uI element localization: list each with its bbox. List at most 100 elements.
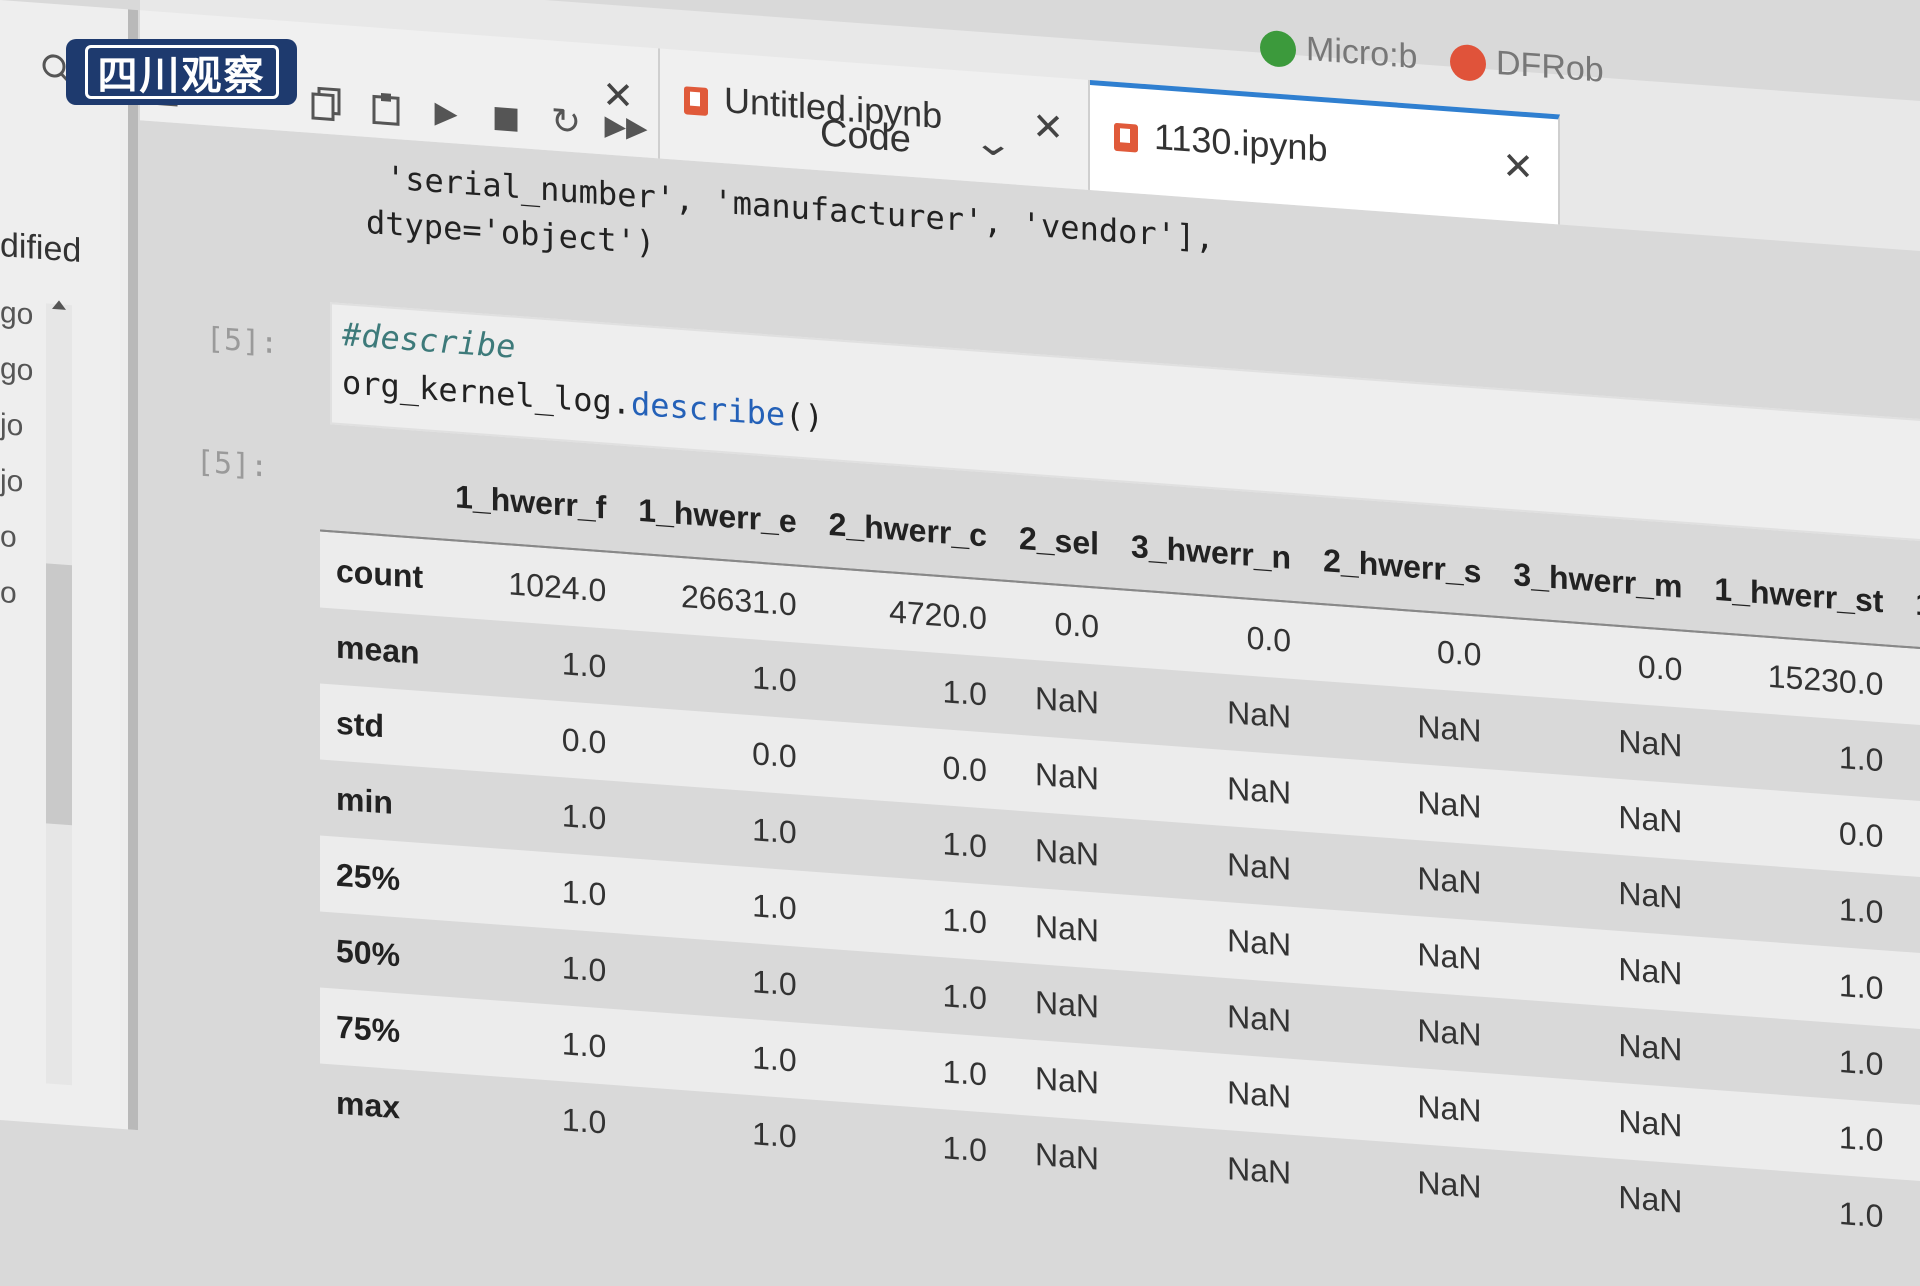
table-cell: NaN — [1227, 1073, 1292, 1115]
paste-icon[interactable] — [362, 83, 410, 135]
table-cell: 1.0 — [752, 1114, 797, 1154]
table-cell: 1.0 — [1838, 738, 1884, 778]
table-cell: NaN — [1035, 1135, 1100, 1177]
table-cell: NaN — [1035, 755, 1100, 797]
table-cell: NaN — [1618, 1102, 1683, 1144]
scrollbar[interactable] — [46, 299, 72, 1086]
restart-icon[interactable]: ↻ — [542, 96, 590, 148]
bookmark-dfrobot[interactable]: DFRob — [1450, 40, 1604, 90]
code-method: describe — [630, 384, 786, 434]
table-cell: NaN — [1417, 707, 1482, 749]
bookmark-microbit[interactable]: Micro:b — [1260, 27, 1417, 78]
column-header-last-modified[interactable]: dified — [0, 226, 81, 271]
channel-logo-text: 四川观察 — [84, 45, 279, 99]
table-cell: NaN — [1035, 679, 1100, 721]
code-parens: () — [785, 395, 824, 437]
table-cell: 0.0 — [942, 748, 987, 788]
file-row[interactable]: o — [0, 576, 17, 611]
table-cell: NaN — [1227, 921, 1292, 963]
copy-icon[interactable] — [302, 78, 350, 130]
row-label: count — [336, 552, 424, 595]
table-cell: 1.0 — [942, 1052, 987, 1092]
table-cell: NaN — [1618, 1178, 1683, 1220]
scroll-up-icon[interactable] — [52, 299, 66, 310]
code-comment: #describe — [342, 315, 516, 366]
table-cell: 0.0 — [1637, 647, 1683, 688]
column-header: 2_hwerr_s — [1307, 515, 1498, 617]
table-cell: NaN — [1618, 798, 1683, 840]
file-browser-panel: dified go go jo jo o o — [0, 0, 138, 1131]
table-cell: 15230.0 — [1767, 657, 1884, 702]
table-cell: 1024.0 — [508, 564, 607, 609]
table-cell: 1.0 — [561, 948, 607, 989]
channel-logo: 四川观察 — [66, 39, 297, 105]
table-cell: 0.0 — [752, 734, 797, 774]
file-row[interactable]: go — [0, 352, 33, 388]
file-row[interactable]: jo — [0, 464, 23, 500]
table-cell: NaN — [1618, 722, 1683, 764]
scrollbar-thumb[interactable] — [46, 563, 72, 826]
table-cell: 1.0 — [1838, 1194, 1884, 1234]
describe-output-table: 1_hwerr_f 1_hwerr_e 2_hwerr_c 2_sel 3_hwerr_… — [320, 443, 1920, 1271]
table-cell: 0.0 — [1436, 633, 1482, 673]
table-cell: 1.0 — [752, 810, 797, 850]
table-cell: NaN — [1618, 1026, 1683, 1068]
table-cell: 1.0 — [561, 1024, 607, 1065]
table-cell: 0.0 — [561, 720, 607, 761]
column-header: 2_hwerr_c — [812, 479, 1003, 581]
column-header: 3_hwerr_m — [1497, 529, 1699, 632]
table-cell: 1.0 — [1899, 1179, 1920, 1271]
dfrobot-icon — [1450, 43, 1486, 83]
table-cell: 1.0 — [942, 824, 987, 864]
table-cell: NaN — [1035, 907, 1100, 949]
file-row[interactable]: go — [0, 296, 33, 332]
table-cell: 4720.0 — [889, 592, 987, 636]
table-cell: NaN — [1227, 997, 1292, 1039]
run-icon[interactable]: ▶ — [422, 87, 470, 139]
bookmark-label: DFRob — [1496, 43, 1604, 90]
stop-icon[interactable]: ■ — [482, 91, 530, 143]
table-cell: 0.0 — [1054, 604, 1100, 645]
fast-forward-icon[interactable]: ▶▶ — [602, 100, 650, 152]
table-cell: 1.0 — [752, 962, 797, 1002]
table-cell: 1.0 — [942, 672, 987, 712]
table-cell: 1.0 — [1838, 890, 1884, 930]
row-label: 50% — [336, 932, 401, 973]
table-cell: 1.0 — [942, 976, 987, 1016]
microbit-icon — [1260, 29, 1296, 69]
table-cell: NaN — [1417, 1163, 1482, 1205]
table-cell: 1.0 — [561, 1100, 607, 1141]
input-prompt: [5]: — [206, 321, 279, 362]
table-cell: 1.0 — [752, 658, 797, 698]
table-cell: NaN — [1417, 935, 1482, 977]
table-cell: NaN — [1417, 783, 1482, 825]
close-icon[interactable]: ✕ — [1502, 143, 1534, 189]
table-cell: NaN — [1227, 845, 1292, 887]
table-cell: 1.0 — [1838, 1042, 1884, 1082]
row-label: 75% — [336, 1008, 401, 1049]
notebook-content: 'serial_number', 'manufacturer', 'vendor… — [170, 142, 1920, 1274]
output-prompt: [5]: — [196, 444, 269, 485]
table-body: count 1024.0 26631.0 4720.0 0.0 0.0 0.0 0.0 1523… — [320, 530, 1920, 1271]
file-row[interactable]: o — [0, 520, 17, 555]
table-cell: 1.0 — [561, 872, 607, 913]
table-cell: 1.0 — [942, 1128, 987, 1168]
table-cell: NaN — [1035, 831, 1100, 873]
table-cell: 26631.0 — [680, 577, 797, 622]
chevron-down-icon[interactable]: ⌄ — [972, 121, 1014, 165]
table-cell: NaN — [1227, 693, 1292, 735]
row-label: min — [336, 780, 393, 821]
code-object: org_kernel_log. — [342, 363, 631, 423]
bookmark-label: Micro:b — [1306, 29, 1418, 77]
table-cell: 0.0 — [1246, 619, 1292, 659]
table-cell: NaN — [1035, 983, 1100, 1025]
table-cell: NaN — [1618, 950, 1683, 992]
row-label: std — [336, 704, 384, 744]
file-row[interactable]: jo — [0, 408, 23, 444]
table-cell: 1.0 — [561, 644, 607, 685]
table-cell: NaN — [1417, 1087, 1482, 1129]
column-header: 1_hwerr_st — [1698, 544, 1900, 647]
table-cell: 1.0 — [752, 886, 797, 926]
row-label: 25% — [336, 856, 401, 897]
cell-type-select[interactable]: Code — [820, 112, 911, 162]
